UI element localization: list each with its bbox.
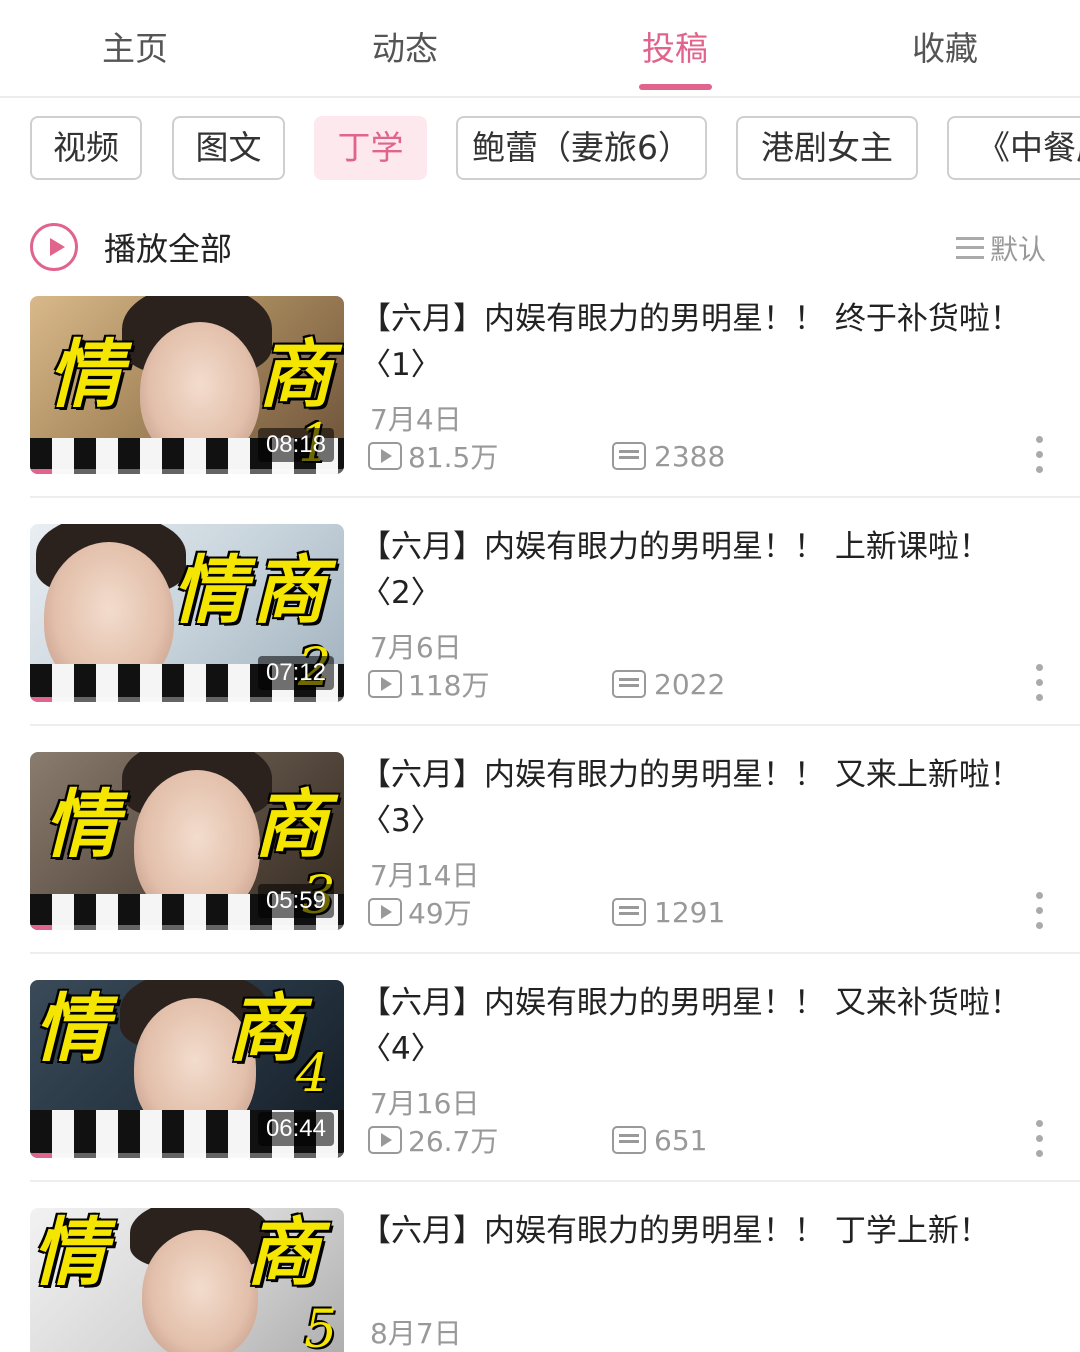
danmaku-icon xyxy=(612,442,646,470)
chip-dingxue[interactable]: 丁学 xyxy=(314,116,427,180)
person-face xyxy=(142,1230,258,1352)
tab-home[interactable]: 主页 xyxy=(0,0,270,98)
thumbnail-word-right: 商 xyxy=(252,548,326,634)
video-stats: 49万 1291 xyxy=(368,894,988,930)
watch-progress-bar xyxy=(30,925,344,930)
video-list-item[interactable]: 情 商 2 07:12 【六月】内娱有眼力的男明星！！ 上新课啦！〈2〉 7月6… xyxy=(0,524,1080,752)
video-title[interactable]: 【六月】内娱有眼力的男明星！！ 又来补货啦！〈4〉 xyxy=(360,980,1040,1072)
video-date: 7月6日 xyxy=(370,631,462,664)
more-options-icon[interactable] xyxy=(1032,892,1048,932)
video-list-item[interactable]: 情 商 4 06:44 【六月】内娱有眼力的男明星！！ 又来补货啦！〈4〉 7月… xyxy=(0,980,1080,1208)
divider xyxy=(30,952,1080,954)
view-count: 26.7万 xyxy=(408,1125,499,1158)
filter-chip-row: 视频 图文 丁学 鲍蕾（妻旅6） 港剧女主 《中餐厅 xyxy=(0,116,1080,182)
video-title[interactable]: 【六月】内娱有眼力的男明星！！ 终于补货啦！〈1〉 xyxy=(360,296,1040,388)
view-count: 118万 xyxy=(408,669,490,702)
video-date: 7月4日 xyxy=(370,403,462,436)
chip-baolei[interactable]: 鲍蕾（妻旅6） xyxy=(456,116,707,180)
view-count: 49万 xyxy=(408,897,472,930)
video-title[interactable]: 【六月】内娱有眼力的男明星！！ 上新课啦！〈2〉 xyxy=(360,524,1040,616)
danmaku-count: 1291 xyxy=(654,895,726,929)
thumbnail-episode-number: 4 xyxy=(296,1044,330,1104)
video-duration: 08:18 xyxy=(257,428,334,462)
thumbnail-word-left: 情 xyxy=(32,1210,106,1296)
danmaku-icon xyxy=(612,1126,646,1154)
danmaku-count: 651 xyxy=(654,1123,708,1157)
danmaku-icon xyxy=(612,670,646,698)
video-thumbnail[interactable]: 情 商 1 08:18 xyxy=(30,296,344,474)
chip-chinese-restaurant[interactable]: 《中餐厅 xyxy=(947,116,1080,180)
video-title[interactable]: 【六月】内娱有眼力的男明星！！ 丁学上新！ xyxy=(360,1208,1040,1254)
thumbnail-word-left: 情 xyxy=(48,332,122,418)
sort-button[interactable]: 默认 xyxy=(955,228,1046,268)
video-duration: 06:44 xyxy=(257,1112,334,1146)
divider xyxy=(30,724,1080,726)
divider xyxy=(30,496,1080,498)
video-list-item[interactable]: 情 商 5 【六月】内娱有眼力的男明星！！ 丁学上新！ 8月7日 xyxy=(0,1208,1080,1352)
video-list-item[interactable]: 情 商 3 05:59 【六月】内娱有眼力的男明星！！ 又来上新啦！〈3〉 7月… xyxy=(0,752,1080,980)
danmaku-icon xyxy=(612,898,646,926)
danmaku-count: 2022 xyxy=(654,667,726,701)
thumbnail-episode-number: 5 xyxy=(304,1300,338,1352)
thumbnail-word-right: 商 xyxy=(258,332,332,418)
chip-image-text[interactable]: 图文 xyxy=(172,116,285,180)
thumbnail-word-right: 商 xyxy=(228,986,302,1072)
chip-video[interactable]: 视频 xyxy=(30,116,142,180)
video-thumbnail[interactable]: 情 商 4 06:44 xyxy=(30,980,344,1158)
play-circle-icon xyxy=(30,223,78,271)
video-stats: 81.5万 2388 xyxy=(368,438,988,474)
sort-label: 默认 xyxy=(989,233,1046,266)
play-count-icon xyxy=(368,1126,402,1154)
tab-dynamics[interactable]: 动态 xyxy=(270,0,540,98)
more-options-icon[interactable] xyxy=(1032,664,1048,704)
thumbnail-word-left: 情 xyxy=(172,548,246,634)
video-duration: 05:59 xyxy=(257,884,334,918)
video-stats: 118万 2022 xyxy=(368,666,988,702)
thumbnail-word-right: 商 xyxy=(246,1210,320,1296)
video-thumbnail[interactable]: 情 商 5 xyxy=(30,1208,344,1352)
watch-progress-bar xyxy=(30,469,344,474)
play-all-label: 播放全部 xyxy=(104,230,233,268)
thumbnail-word-left: 情 xyxy=(44,782,118,868)
video-thumbnail[interactable]: 情 商 2 07:12 xyxy=(30,524,344,702)
video-date: 7月16日 xyxy=(370,1087,480,1120)
play-count-icon xyxy=(368,898,402,926)
video-thumbnail[interactable]: 情 商 3 05:59 xyxy=(30,752,344,930)
video-date: 7月14日 xyxy=(370,859,480,892)
danmaku-count: 2388 xyxy=(654,439,726,473)
thumbnail-word-left: 情 xyxy=(34,986,108,1072)
view-count: 81.5万 xyxy=(408,441,499,474)
active-tab-indicator xyxy=(639,84,712,90)
video-list-item[interactable]: 情 商 1 08:18 【六月】内娱有眼力的男明星！！ 终于补货啦！〈1〉 7月… xyxy=(0,296,1080,524)
more-options-icon[interactable] xyxy=(1032,436,1048,476)
profile-tab-bar: 主页 动态 投稿 收藏 xyxy=(0,0,1080,98)
thumbnail-word-right: 商 xyxy=(254,782,328,868)
video-date: 8月7日 xyxy=(370,1317,462,1350)
play-count-icon xyxy=(368,670,402,698)
more-options-icon[interactable] xyxy=(1032,1120,1048,1160)
video-duration: 07:12 xyxy=(257,656,334,690)
video-stats: 26.7万 651 xyxy=(368,1122,988,1158)
watch-progress-bar xyxy=(30,697,344,702)
watch-progress-bar xyxy=(30,1153,344,1158)
video-title[interactable]: 【六月】内娱有眼力的男明星！！ 又来上新啦！〈3〉 xyxy=(360,752,1040,844)
divider xyxy=(30,1180,1080,1182)
list-icon xyxy=(955,237,984,259)
tab-favorites[interactable]: 收藏 xyxy=(810,0,1080,98)
chip-hk-drama-actress[interactable]: 港剧女主 xyxy=(736,116,918,180)
play-count-icon xyxy=(368,442,402,470)
play-all-button[interactable]: 播放全部 xyxy=(30,222,232,272)
